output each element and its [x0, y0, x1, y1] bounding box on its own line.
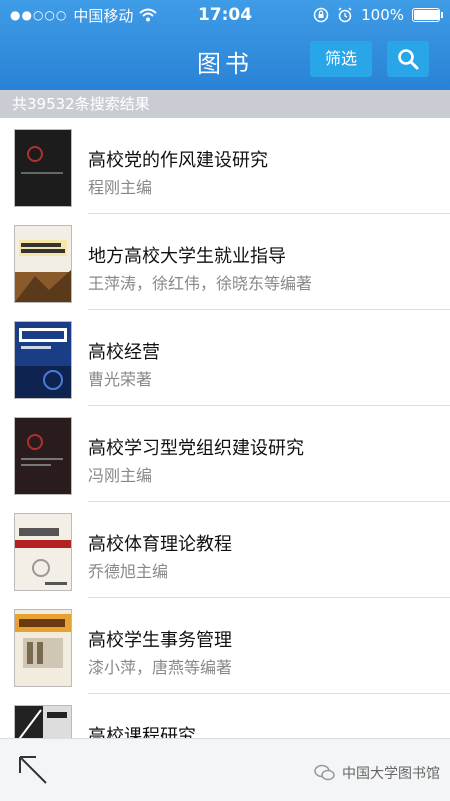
bottom-toolbar: 中国大学图书馆 — [0, 738, 450, 801]
filter-button[interactable]: 筛选 — [310, 41, 372, 77]
nav-bar: 图书 筛选 — [0, 30, 450, 90]
book-cover — [14, 609, 72, 687]
list-item[interactable]: 地方高校大学生就业指导 王萍涛，徐红伟，徐晓东等编著 — [0, 214, 450, 310]
carrier-label: 中国移动 — [73, 6, 134, 25]
book-author: 漆小萍，唐燕等编著 — [88, 658, 233, 677]
book-cover — [14, 321, 72, 399]
book-list: 高校党的作风建设研究 程刚主编 地方高校大学生就业指导 王萍涛，徐红伟，徐晓东等… — [0, 118, 450, 738]
result-count: 共39532条搜索结果 — [0, 90, 450, 118]
battery-level — [414, 10, 440, 20]
book-cover — [14, 417, 72, 495]
search-button[interactable] — [387, 41, 429, 77]
list-item[interactable]: 高校课程研究 — [0, 694, 450, 738]
book-title: 地方高校大学生就业指导 — [88, 246, 286, 267]
book-cover — [14, 225, 72, 303]
book-author: 程刚主编 — [88, 178, 153, 197]
rotation-lock-icon — [313, 7, 329, 23]
book-title: 高校学生事务管理 — [88, 630, 232, 651]
list-item[interactable]: 高校经营 曹光荣著 — [0, 310, 450, 406]
battery-label: 100% — [361, 6, 404, 24]
book-author: 冯刚主编 — [88, 466, 153, 485]
book-cover — [14, 705, 72, 738]
battery-icon — [412, 8, 443, 22]
book-title: 高校课程研究 — [88, 726, 196, 738]
signal-icon: ●●○○○ — [10, 8, 68, 22]
book-cover — [14, 129, 72, 207]
book-title: 高校党的作风建设研究 — [88, 150, 268, 171]
watermark-text: 中国大学图书馆 — [342, 766, 440, 782]
wifi-icon — [139, 8, 158, 22]
book-cover — [14, 513, 72, 591]
header: ●●○○○ 中国移动 17:04 100% 图书 筛选 — [0, 0, 450, 90]
page-title: 图书 — [197, 50, 253, 78]
book-author: 乔德旭主编 — [88, 562, 169, 581]
list-item[interactable]: 高校党的作风建设研究 程刚主编 — [0, 118, 450, 214]
book-title: 高校学习型党组织建设研究 — [88, 438, 304, 459]
list-item[interactable]: 高校学习型党组织建设研究 冯刚主编 — [0, 406, 450, 502]
list-item[interactable]: 高校体育理论教程 乔德旭主编 — [0, 502, 450, 598]
list-item[interactable]: 高校学生事务管理 漆小萍，唐燕等编著 — [0, 598, 450, 694]
search-icon — [398, 49, 419, 70]
book-author: 曹光荣著 — [88, 370, 153, 389]
book-author: 王萍涛，徐红伟，徐晓东等编著 — [88, 274, 313, 293]
alarm-icon — [338, 7, 352, 23]
book-title: 高校经营 — [88, 342, 160, 363]
watermark: 中国大学图书馆 — [314, 763, 440, 783]
status-bar: ●●○○○ 中国移动 17:04 100% — [0, 0, 450, 30]
arrow-up-left-icon[interactable] — [16, 753, 50, 787]
book-title: 高校体育理论教程 — [88, 534, 232, 555]
wechat-icon — [314, 764, 335, 781]
